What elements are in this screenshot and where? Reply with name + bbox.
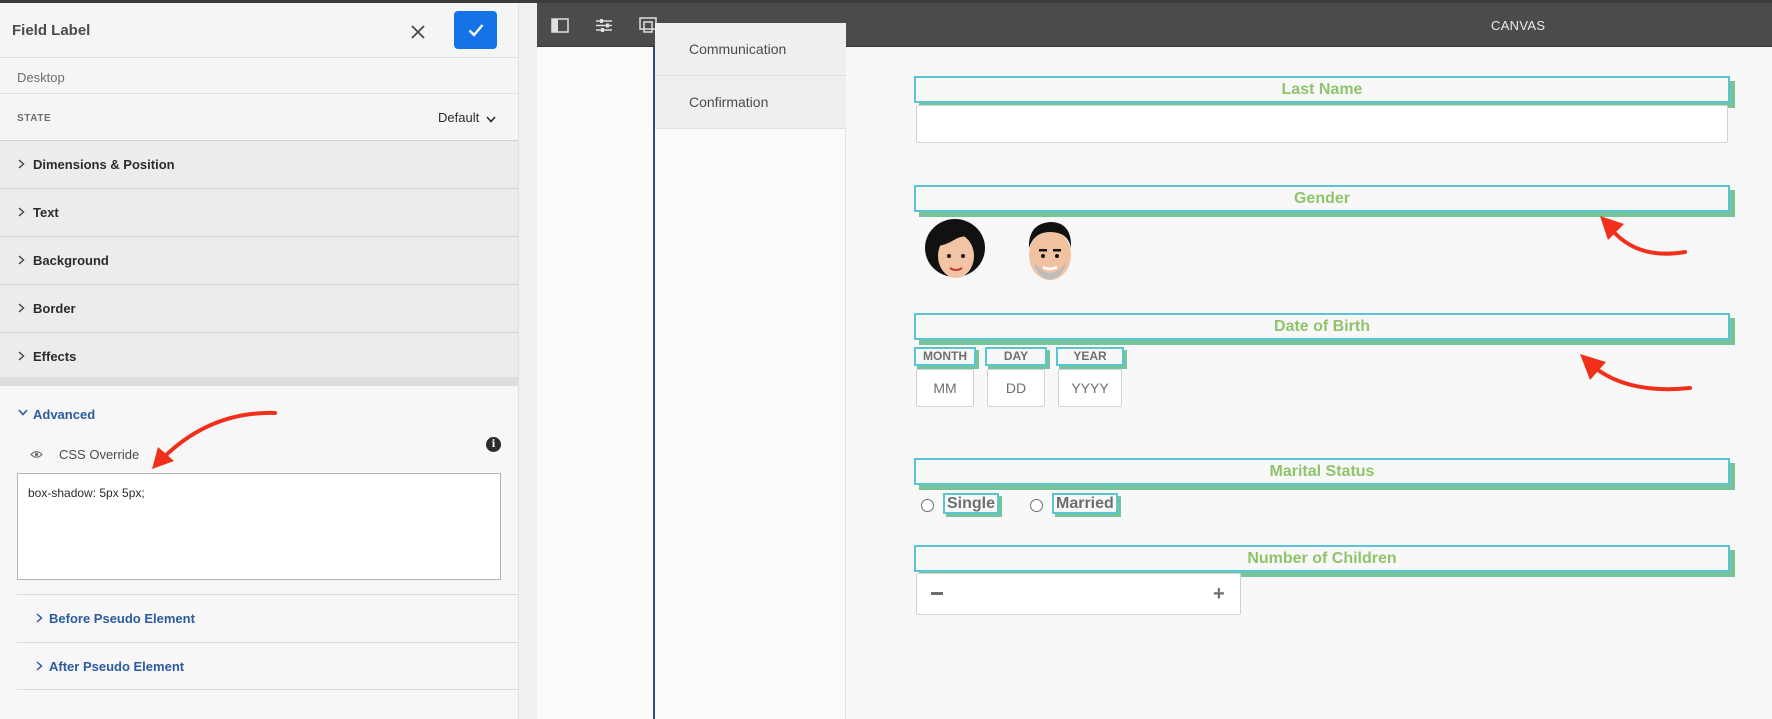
nav-item-label: Confirmation	[689, 94, 769, 110]
advanced-toggle[interactable]: Advanced	[33, 407, 95, 422]
section-label: Before Pseudo Element	[49, 611, 195, 626]
section-label: Effects	[33, 349, 77, 364]
year-input[interactable]: YYYY	[1058, 369, 1122, 407]
panel-header: Field Label	[0, 3, 518, 58]
chevron-right-icon	[18, 255, 25, 265]
female-avatar-icon[interactable]	[924, 218, 986, 284]
section-label: Text	[33, 205, 59, 220]
annotation-arrow	[152, 410, 277, 469]
canvas-gutter	[537, 47, 653, 719]
state-label: STATE	[17, 113, 52, 124]
section-effects[interactable]: Effects	[0, 333, 518, 381]
sidebar-toggle-icon	[551, 17, 569, 33]
number-of-children-label: Number of Children	[914, 545, 1730, 572]
day-input[interactable]: DD	[987, 369, 1045, 407]
annotation-arrow	[1580, 354, 1692, 392]
marital-status-label: Marital Status	[914, 458, 1730, 485]
month-input[interactable]: MM	[916, 369, 974, 407]
chevron-right-icon	[18, 351, 25, 361]
gender-label: Gender	[914, 185, 1730, 212]
nav-item-confirmation[interactable]: Confirmation	[655, 76, 846, 129]
state-select[interactable]: Default	[438, 110, 479, 125]
panel-scrollbar[interactable]	[518, 3, 537, 719]
date-of-birth-label: Date of Birth	[914, 313, 1730, 340]
chevron-right-icon	[18, 303, 25, 313]
section-background[interactable]: Background	[0, 237, 518, 285]
month-label: MONTH	[914, 347, 976, 366]
sidebar-toggle-button[interactable]	[549, 14, 571, 36]
chevron-down-icon[interactable]	[18, 409, 28, 416]
toolbar-title: CANVAS	[1491, 18, 1546, 33]
section-before-pseudo[interactable]: Before Pseudo Element	[17, 594, 518, 642]
device-label: Desktop	[17, 70, 65, 85]
section-label: Background	[33, 253, 109, 268]
nav-item-label: Communication	[689, 41, 787, 57]
annotation-arrow	[1600, 216, 1687, 256]
close-button[interactable]	[404, 18, 432, 46]
year-label: YEAR	[1056, 347, 1124, 366]
day-label: DAY	[985, 347, 1047, 366]
section-border[interactable]: Border	[0, 285, 518, 333]
radio-single-label[interactable]: Single	[943, 493, 1000, 514]
chevron-down-icon[interactable]	[486, 116, 496, 123]
info-icon[interactable]: i	[486, 437, 501, 452]
radio-married[interactable]	[1030, 499, 1043, 512]
last-name-input[interactable]	[916, 105, 1728, 143]
css-override-label: CSS Override	[59, 447, 140, 462]
section-label: Dimensions & Position	[33, 157, 175, 172]
children-stepper[interactable]: +	[916, 573, 1241, 615]
wizard-nav: Communication Confirmation	[655, 23, 846, 719]
properties-icon	[596, 18, 612, 32]
section-dimensions-position[interactable]: Dimensions & Position	[0, 141, 518, 189]
style-panel: Field Label Desktop STATE Default Dimens…	[0, 3, 537, 719]
section-divider	[0, 377, 518, 386]
plus-icon[interactable]: +	[1213, 584, 1227, 604]
panel-title: Field Label	[12, 22, 91, 39]
chevron-right-icon	[18, 207, 25, 217]
section-text[interactable]: Text	[0, 189, 518, 237]
section-after-pseudo[interactable]: After Pseudo Element	[17, 642, 518, 690]
close-icon	[411, 25, 425, 39]
confirm-button[interactable]	[454, 11, 497, 49]
checkmark-icon	[468, 24, 483, 37]
properties-button[interactable]	[593, 14, 615, 36]
state-row: STATE Default	[0, 93, 518, 141]
chevron-right-icon	[36, 661, 43, 671]
last-name-label: Last Name	[914, 76, 1730, 103]
css-override-textarea[interactable]: box-shadow: 5px 5px;	[17, 473, 501, 580]
male-avatar-icon[interactable]	[1024, 218, 1076, 284]
section-label: After Pseudo Element	[49, 659, 185, 674]
eye-icon[interactable]	[30, 450, 43, 459]
chevron-right-icon	[36, 613, 43, 623]
radio-married-label[interactable]: Married	[1052, 493, 1118, 514]
minus-icon[interactable]	[931, 592, 943, 595]
chevron-right-icon	[18, 159, 25, 169]
nav-item-communication[interactable]: Communication	[655, 23, 846, 76]
section-label: Border	[33, 301, 76, 316]
radio-single[interactable]	[921, 499, 934, 512]
